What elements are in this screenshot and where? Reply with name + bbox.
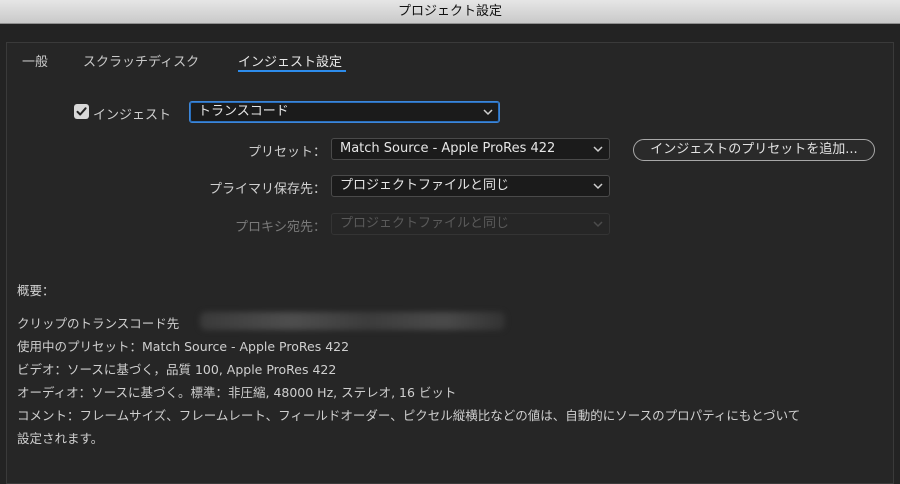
tab-scratch-disks[interactable]: スクラッチディスク	[83, 51, 199, 70]
chevron-down-icon	[593, 146, 603, 153]
window-titlebar: プロジェクト設定	[0, 0, 900, 24]
summary-transcode-destination: クリップのトランスコード先	[17, 316, 180, 331]
ingest-checkbox[interactable]	[74, 104, 89, 119]
redacted-path	[200, 312, 505, 330]
primary-destination-value: プロジェクトファイルと同じ	[340, 178, 510, 193]
chevron-down-icon	[593, 183, 603, 190]
ingest-mode-value: トランスコード	[198, 104, 289, 119]
tab-ingest-settings[interactable]: インジェスト設定	[238, 51, 342, 70]
primary-destination-label: プライマリ保存先：	[208, 182, 326, 197]
chevron-down-icon	[483, 109, 493, 116]
summary-comment: コメント：フレームサイズ、フレームレート、フィールドオーダー、ピクセル縦横比など…	[17, 408, 801, 423]
proxy-destination-value: プロジェクトファイルと同じ	[340, 216, 510, 231]
preset-label: プリセット：	[247, 145, 326, 160]
ingest-checkbox-label: インジェスト	[93, 108, 172, 123]
summary-video: ビデオ：ソースに基づく，品質 100, Apple ProRes 422	[17, 362, 337, 377]
summary-comment-continued: 設定されます。	[17, 431, 104, 446]
active-tab-indicator	[238, 70, 346, 72]
chevron-down-icon	[593, 221, 603, 228]
window-title: プロジェクト設定	[397, 4, 502, 19]
proxy-destination-label: プロキシ宛先：	[234, 220, 326, 235]
ingest-mode-select[interactable]: トランスコード	[189, 101, 500, 123]
summary-preset-in-use: 使用中のプリセット：Match Source - Apple ProRes 42…	[17, 339, 350, 354]
checkmark-icon	[76, 107, 87, 116]
add-ingest-preset-button[interactable]: インジェストのプリセットを追加...	[633, 139, 875, 161]
summary-heading: 概要：	[17, 283, 55, 298]
add-ingest-preset-label: インジェストのプリセットを追加...	[650, 142, 858, 157]
primary-destination-select[interactable]: プロジェクトファイルと同じ	[331, 175, 610, 197]
preset-select[interactable]: Match Source - Apple ProRes 422	[331, 138, 610, 160]
summary-audio: オーディオ：ソースに基づく。標準：非圧縮, 48000 Hz, ステレオ, 16…	[17, 385, 457, 400]
tab-general[interactable]: 一般	[22, 51, 48, 70]
preset-value: Match Source - Apple ProRes 422	[340, 141, 556, 156]
proxy-destination-select: プロジェクトファイルと同じ	[331, 213, 610, 235]
